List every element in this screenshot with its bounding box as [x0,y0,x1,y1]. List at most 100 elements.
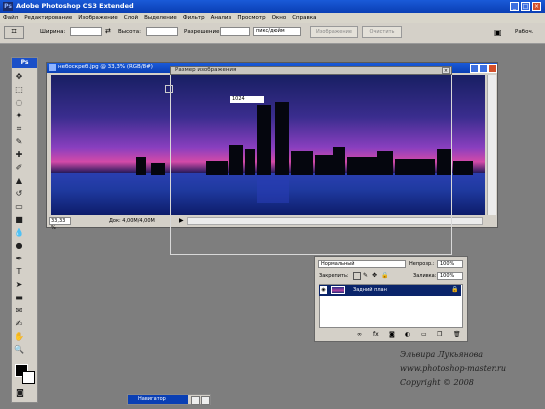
document-title: небоскреб.jpg @ 33,3% (RGB/8#) [58,64,153,70]
toolbox-header: Ps [12,58,37,68]
opacity-label: Непрозр.: [409,261,435,267]
lock-transparency-icon[interactable] [353,272,361,280]
height-input[interactable] [146,27,178,36]
menu-select[interactable]: Выделение [141,13,180,23]
vertical-scrollbar[interactable] [487,75,496,215]
zoom-tool-icon[interactable]: 🔍 [14,345,24,355]
slice-tool-icon[interactable]: ✎ [14,137,24,147]
fill-label: Заливка: [413,273,437,279]
menu-window[interactable]: Окно [269,13,290,23]
doc-maximize-icon[interactable] [479,64,488,73]
visibility-eye-icon[interactable]: ◉ [320,286,327,294]
width-input[interactable] [70,27,102,36]
building [453,161,473,175]
layer-lock-icon: 🔒 [451,286,459,293]
navigator-title: Навигатор [128,395,188,404]
menu-analysis[interactable]: Анализ [208,13,235,23]
navigator-close-icon[interactable] [201,396,210,405]
image-size-dialog-title-bar[interactable]: Размер изображения × [170,66,452,75]
navigator-minimized-window[interactable]: Навигатор [127,394,211,405]
layer-row[interactable]: ◉ Задний план 🔒 [319,285,461,296]
watermark-copyright: Copyright © 2008 [400,378,474,387]
doc-close-icon[interactable] [488,64,497,73]
brush-tool-icon[interactable]: ✐ [14,163,24,173]
menu-image[interactable]: Изображение [75,13,121,23]
app-title-bar: Ps Adobe Photoshop CS3 Extended _ □ × [0,0,545,13]
delete-layer-icon[interactable]: 🗑 [453,331,461,338]
quick-mask-icon[interactable]: ◙ [15,388,25,398]
healing-brush-tool-icon[interactable]: ✚ [14,150,24,160]
workspace-label[interactable]: Рабоч. [515,29,533,35]
menu-view[interactable]: Просмотр [234,13,268,23]
doc-minimize-icon[interactable] [470,64,479,73]
size-tooltip: 1024 [230,96,264,103]
pen-tool-icon[interactable]: ✒ [14,254,24,264]
resolution-input[interactable] [220,27,250,36]
document-info: Док: 4,00М/4,00М [109,218,155,224]
layer-mask-icon[interactable]: ◙ [389,331,395,338]
background-color-swatch[interactable] [22,371,35,384]
ps-app-icon: Ps [3,2,13,11]
eraser-tool-icon[interactable]: ▭ [14,202,24,212]
new-layer-icon[interactable]: ❐ [437,331,442,338]
eyedropper-tool-icon[interactable]: ✍ [14,319,24,329]
layer-thumbnail [331,286,345,294]
dialog-close-icon[interactable]: × [442,67,450,74]
menu-file[interactable]: Файл [0,13,21,23]
menu-edit[interactable]: Редактирование [21,13,75,23]
menu-help[interactable]: Справка [289,13,319,23]
layers-panel: Нормальный Непрозр.: 100% Закрепить: ✎ ✥… [314,256,468,342]
lock-position-icon[interactable]: ✥ [372,272,377,279]
move-tool-icon[interactable]: ✥ [14,72,24,82]
blend-mode-select[interactable]: Нормальный [318,260,406,268]
path-selection-tool-icon[interactable]: ➤ [14,280,24,290]
height-label: Высота: [118,29,141,35]
watermark-name: Эльвира Лукьянова [400,350,484,359]
history-brush-tool-icon[interactable]: ↺ [14,189,24,199]
gradient-tool-icon[interactable]: ■ [14,215,24,225]
type-tool-icon[interactable]: T [14,267,24,277]
image-size-dialog-title: Размер изображения [175,67,237,73]
lasso-tool-icon[interactable]: ◌ [14,98,24,108]
zoom-level-field[interactable]: 33,33 % [49,217,71,231]
workspace-icon[interactable]: ▣ [494,28,502,37]
watermark-site: www.photoshop-master.ru [400,364,507,373]
close-icon[interactable]: × [532,2,541,11]
dialog-corner-marker [165,85,173,93]
maximize-icon[interactable]: □ [521,2,530,11]
layer-style-icon[interactable]: fx [373,331,379,338]
crop-tool-icon[interactable]: ⌗ [4,26,24,39]
options-bar: ⌗ Ширина: ⇄ Высота: Разрешение: пикс/дюй… [0,23,545,44]
dodge-tool-icon[interactable]: ● [14,241,24,251]
crop-tool-button-icon[interactable]: ⌗ [14,124,24,134]
width-label: Ширина: [40,29,66,35]
document-icon [49,64,56,71]
clear-button[interactable]: Очистить [362,26,402,38]
lock-label: Закрепить: [319,273,349,279]
building [136,157,146,175]
front-image-button[interactable]: Изображение [310,26,358,38]
navigator-restore-icon[interactable] [191,396,200,405]
opacity-input[interactable]: 100% [437,260,463,268]
link-layers-icon[interactable]: ∞ [357,331,362,338]
blur-tool-icon[interactable]: 💧 [14,228,24,238]
shape-tool-icon[interactable]: ▬ [14,293,24,303]
new-group-icon[interactable]: ▭ [421,331,427,338]
swap-icon[interactable]: ⇄ [105,27,111,35]
menu-filter[interactable]: Фильтр [180,13,208,23]
toolbox: Ps ✥ ⬚ ◌ ✦ ⌗ ✎ ✚ ✐ ▲ ↺ ▭ ■ 💧 ● ✒ T ➤ ▬ ✉… [11,57,38,403]
lock-pixels-icon[interactable]: ✎ [363,272,368,279]
magic-wand-tool-icon[interactable]: ✦ [14,111,24,121]
notes-tool-icon[interactable]: ✉ [14,306,24,316]
hand-tool-icon[interactable]: ✋ [14,332,24,342]
resolution-units-select[interactable]: пикс/дюйм [253,27,301,36]
building [151,163,165,175]
minimize-icon[interactable]: _ [510,2,519,11]
lock-all-icon[interactable]: 🔒 [381,272,388,279]
adjustment-layer-icon[interactable]: ◐ [405,331,410,338]
marquee-tool-icon[interactable]: ⬚ [14,85,24,95]
menu-layer[interactable]: Слой [121,13,141,23]
stamp-tool-icon[interactable]: ▲ [14,176,24,186]
fill-input[interactable]: 100% [437,272,463,280]
layer-name: Задний план [353,287,387,293]
